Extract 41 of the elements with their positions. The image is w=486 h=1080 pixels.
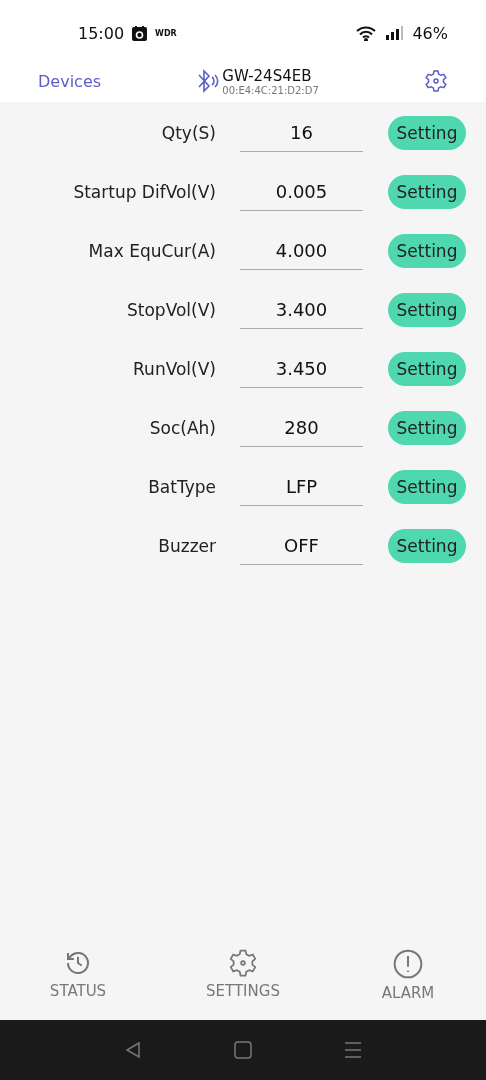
setting-label: Soc(Ah) (148, 418, 216, 438)
setting-label: RunVol(V) (132, 359, 216, 379)
setting-label: Buzzer (157, 536, 216, 556)
setting-label: BatType (147, 477, 216, 497)
alert-icon (392, 948, 424, 980)
setting-label: Startup DifVol(V) (72, 182, 216, 202)
value-field[interactable]: 3.450 (240, 350, 363, 388)
setting-button[interactable]: Setting (388, 529, 466, 563)
status-label: WDR (155, 28, 177, 38)
setting-button[interactable]: Setting (388, 411, 466, 445)
value-field[interactable]: 4.000 (240, 232, 363, 270)
signal-icon (386, 26, 405, 40)
device-name: GW-24S4EB (222, 66, 313, 85)
nav-tab[interactable]: ALARM (368, 948, 448, 1020)
setting-label: StopVol(V) (126, 300, 216, 320)
devices-link[interactable]: Devices (38, 71, 102, 91)
value-field[interactable]: 3.400 (240, 291, 363, 329)
nav-tab[interactable]: STATUS (38, 948, 118, 1020)
setting-label: Qty(S) (160, 123, 216, 143)
value-field[interactable]: 280 (240, 409, 363, 447)
setting-label: Max EquCur(A) (87, 241, 216, 261)
setting-button[interactable]: Setting (388, 175, 466, 209)
nav-tab[interactable]: SETTINGS (203, 948, 283, 1020)
setting-button[interactable]: Setting (388, 293, 466, 327)
value-field[interactable]: 16 (240, 114, 363, 152)
clock-time: 15:00 (78, 23, 125, 43)
value-field[interactable]: LFP (240, 468, 363, 506)
value-field[interactable]: 0.005 (240, 173, 363, 211)
setting-button[interactable]: Setting (388, 234, 466, 268)
settings-icon[interactable] (424, 69, 448, 93)
device-address: 00:E4:4C:21:D2:D7 (222, 84, 319, 96)
bluetooth-icon (196, 68, 221, 94)
back-icon[interactable] (124, 1041, 142, 1059)
value-field[interactable]: OFF (240, 527, 363, 565)
setting-button[interactable]: Setting (388, 352, 466, 386)
battery-percent: 46% (412, 23, 448, 43)
setting-button[interactable]: Setting (388, 116, 466, 150)
home-icon[interactable] (234, 1041, 252, 1059)
settings-icon (228, 948, 258, 978)
setting-button[interactable]: Setting (388, 470, 466, 504)
menu-icon[interactable] (344, 1041, 362, 1059)
